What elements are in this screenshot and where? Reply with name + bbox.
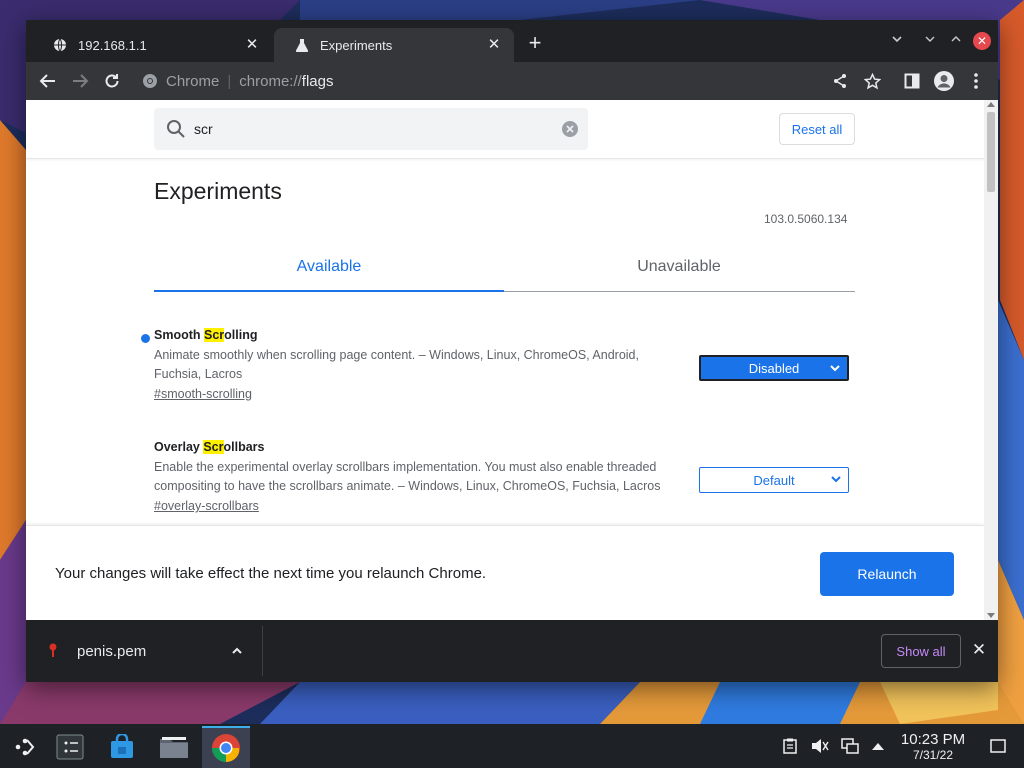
window-close-icon[interactable]: ✕ (973, 32, 991, 50)
flags-tabs: Available Unavailable (154, 252, 855, 292)
tab-192-168-1-1[interactable]: 192.168.1.1 ✕ (32, 28, 272, 62)
forward-icon[interactable] (68, 69, 92, 93)
minimize-icon[interactable] (921, 32, 939, 50)
clear-search-icon[interactable] (562, 121, 578, 137)
tab-search-icon[interactable] (888, 32, 906, 50)
reload-icon[interactable] (100, 69, 124, 93)
omnibox-site-label: Chrome (166, 72, 220, 90)
flask-icon (294, 37, 310, 53)
close-icon[interactable]: ✕ (486, 37, 502, 53)
omnibox-path: flags (301, 72, 334, 90)
maximize-icon[interactable] (947, 32, 965, 50)
close-icon[interactable]: ✕ (971, 641, 987, 658)
file-manager-icon[interactable] (150, 726, 198, 768)
back-icon[interactable] (36, 69, 60, 93)
scroll-down-arrow-icon[interactable] (987, 613, 995, 618)
globe-icon (52, 37, 68, 53)
chrome-taskbar-icon[interactable] (202, 726, 250, 768)
page-title: Experiments (154, 178, 282, 204)
show-desktop-icon[interactable] (988, 736, 1008, 756)
flags-page: Reset all Experiments 103.0.5060.134 Ava… (26, 100, 998, 620)
toolbar: Chrome | chrome:// flags (26, 62, 998, 100)
tab-unavailable[interactable]: Unavailable (504, 252, 854, 292)
select-value: Default (753, 472, 795, 488)
version-label: 103.0.5060.134 (764, 212, 848, 226)
app-launcher-icon[interactable] (0, 726, 48, 768)
flag-description: Animate smoothly when scrolling page con… (154, 348, 639, 381)
omnibox-separator: | (227, 72, 232, 90)
modified-indicator (141, 334, 150, 343)
new-tab-button[interactable]: + (524, 32, 546, 55)
omnibox-scheme: chrome:// (239, 72, 302, 90)
search-input[interactable] (194, 121, 554, 137)
tab-title: 192.168.1.1 (78, 37, 147, 53)
relaunch-bar: Your changes will take effect the next t… (26, 525, 984, 620)
taskbar: 10:23 PM 7/31/22 (0, 724, 1024, 768)
file-pin-icon (48, 643, 60, 659)
search-header: Reset all (26, 100, 984, 159)
volume-muted-icon[interactable] (810, 736, 830, 756)
side-panel-icon[interactable] (900, 69, 924, 93)
flag-state-select[interactable]: Disabled (699, 355, 849, 381)
scrollbar-thumb[interactable] (987, 112, 995, 192)
chevron-down-icon (830, 473, 842, 485)
profile-avatar-icon[interactable] (932, 69, 956, 93)
close-icon[interactable]: ✕ (244, 37, 260, 53)
download-shelf: penis.pem Show all ✕ (26, 620, 998, 682)
chrome-logo-icon (142, 73, 158, 89)
relaunch-button[interactable]: Relaunch (820, 552, 954, 596)
software-store-icon[interactable] (98, 726, 146, 768)
flag-state-select[interactable]: Default (699, 467, 849, 493)
download-filename: penis.pem (77, 642, 147, 660)
tab-title: Experiments (320, 37, 393, 53)
tab-strip: 192.168.1.1 ✕ Experiments ✕ + ✕ (26, 20, 998, 62)
clock-date: 7/31/22 (912, 748, 954, 762)
bookmark-star-icon[interactable] (860, 69, 884, 93)
reset-all-button[interactable]: Reset all (779, 113, 855, 145)
address-bar[interactable]: Chrome | chrome:// flags (142, 68, 333, 94)
tray-expand-icon[interactable] (868, 736, 888, 756)
chevron-down-icon (829, 362, 841, 374)
search-highlight: Scr (203, 440, 224, 454)
select-value: Disabled (748, 360, 800, 376)
search-highlight: Scr (204, 328, 225, 342)
clock-time: 10:23 PM (900, 731, 966, 748)
relaunch-message: Your changes will take effect the next t… (55, 565, 487, 582)
network-icon[interactable] (840, 736, 860, 756)
flag-description: Enable the experimental overlay scrollba… (154, 460, 661, 493)
flag-name: Smooth Scrolling (154, 328, 258, 342)
system-settings-icon[interactable] (46, 726, 94, 768)
show-all-button[interactable]: Show all (881, 634, 961, 668)
page-scrollbar[interactable] (984, 100, 998, 620)
menu-kebab-icon[interactable] (964, 69, 988, 93)
flag-permalink[interactable]: #smooth-scrolling (154, 387, 252, 401)
browser-window: 192.168.1.1 ✕ Experiments ✕ + ✕ Chrome |… (26, 20, 998, 682)
tab-available[interactable]: Available (154, 252, 504, 292)
clipboard-icon[interactable] (780, 736, 800, 756)
search-icon (166, 119, 186, 139)
share-icon[interactable] (828, 69, 852, 93)
flag-overlay-scrollbars: Overlay Scrollbars Enable the experiment… (154, 440, 854, 515)
tab-experiments[interactable]: Experiments ✕ (274, 28, 514, 62)
system-clock[interactable]: 10:23 PM 7/31/22 (897, 731, 969, 762)
chevron-up-icon[interactable] (230, 644, 244, 658)
download-item[interactable]: penis.pem (26, 626, 263, 676)
flag-permalink[interactable]: #overlay-scrollbars (154, 499, 259, 513)
flag-name: Overlay Scrollbars (154, 440, 265, 454)
scroll-up-arrow-icon[interactable] (987, 102, 995, 107)
flag-smooth-scrolling: Smooth Scrolling Animate smoothly when s… (141, 328, 854, 403)
search-box[interactable] (154, 108, 588, 150)
